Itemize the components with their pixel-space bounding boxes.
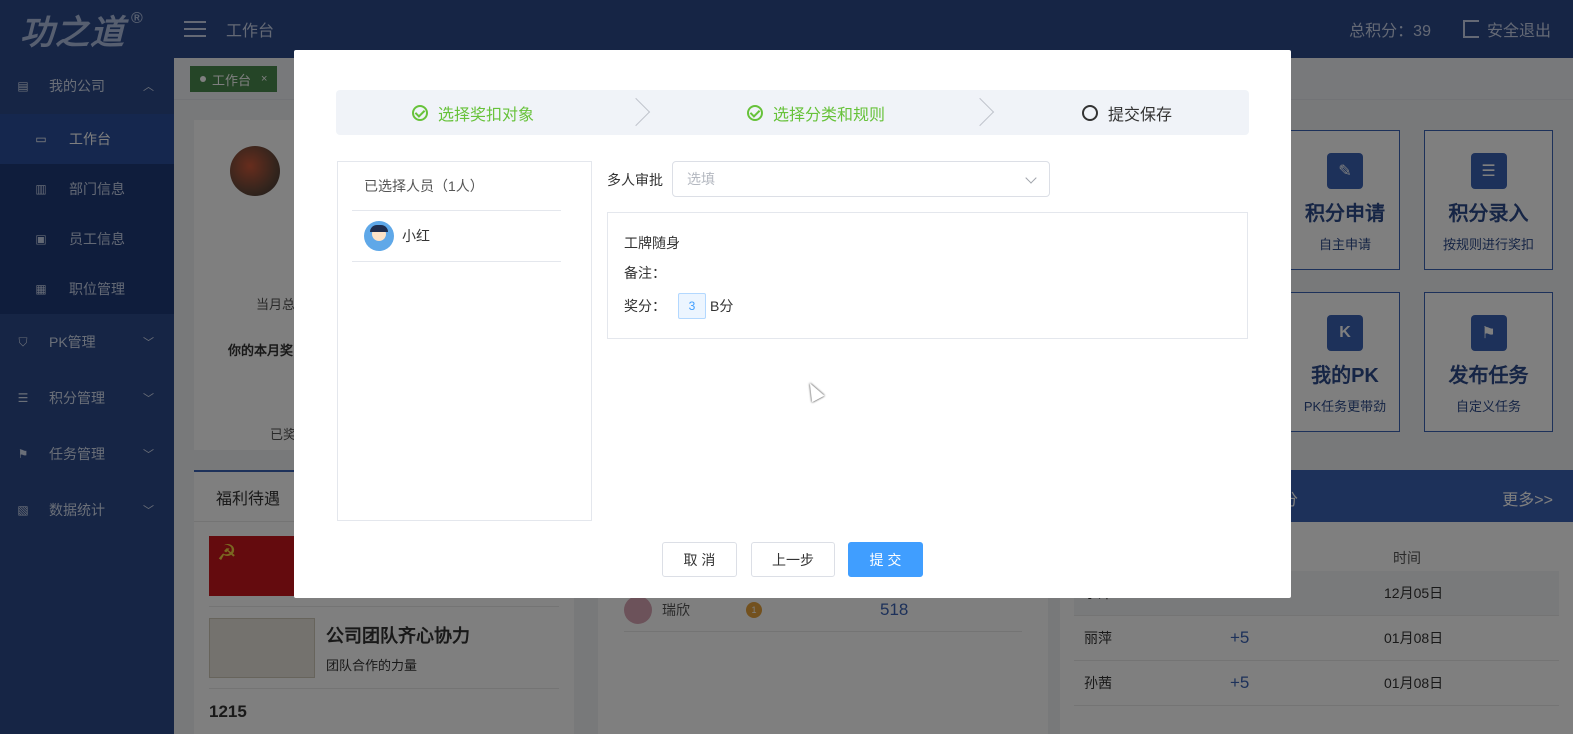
note-label: 备注：	[624, 265, 666, 281]
step-label: 选择分类和规则	[773, 106, 886, 124]
submit-button[interactable]: 提 交	[848, 542, 923, 577]
approve-placeholder: 选填	[687, 171, 715, 187]
check-circle-icon	[747, 104, 763, 121]
step-select-target: 选择奖扣对象	[412, 90, 534, 135]
people-header: 已选择人员（1人）	[352, 162, 561, 211]
score-label: 奖分：	[624, 298, 666, 314]
list-item[interactable]: 小红	[352, 211, 561, 262]
step-select-rule: 选择分类和规则	[747, 90, 885, 135]
step-label: 提交保存	[1108, 106, 1173, 124]
step-label: 选择奖扣对象	[438, 106, 535, 124]
avatar	[364, 221, 394, 251]
steps-bar: 选择奖扣对象 选择分类和规则 提交保存	[336, 90, 1249, 135]
step-submit-save: 提交保存	[1082, 90, 1172, 135]
approve-label: 多人审批	[607, 172, 663, 188]
reward-modal: 选择奖扣对象 选择分类和规则 提交保存 已选择人员（1人） 小红 多人审批 选填…	[294, 50, 1291, 598]
score-row: 奖分： 3 B分	[624, 293, 733, 319]
approve-select[interactable]: 选填	[672, 161, 1050, 197]
selected-people-panel: 已选择人员（1人） 小红	[337, 161, 592, 521]
step-arrow-icon	[621, 97, 651, 127]
person-name: 小红	[402, 228, 430, 244]
score-unit: B分	[710, 298, 734, 314]
score-input[interactable]: 3	[678, 293, 706, 319]
chevron-down-icon	[1025, 172, 1037, 184]
circle-icon	[1082, 104, 1098, 121]
check-circle-icon	[412, 104, 428, 121]
previous-step-button[interactable]: 上一步	[751, 542, 835, 577]
step-arrow-icon	[965, 97, 995, 127]
rule-detail-box: 工牌随身 备注： 奖分： 3 B分	[607, 212, 1248, 339]
cancel-button[interactable]: 取 消	[662, 542, 737, 577]
rule-name: 工牌随身	[624, 235, 680, 251]
